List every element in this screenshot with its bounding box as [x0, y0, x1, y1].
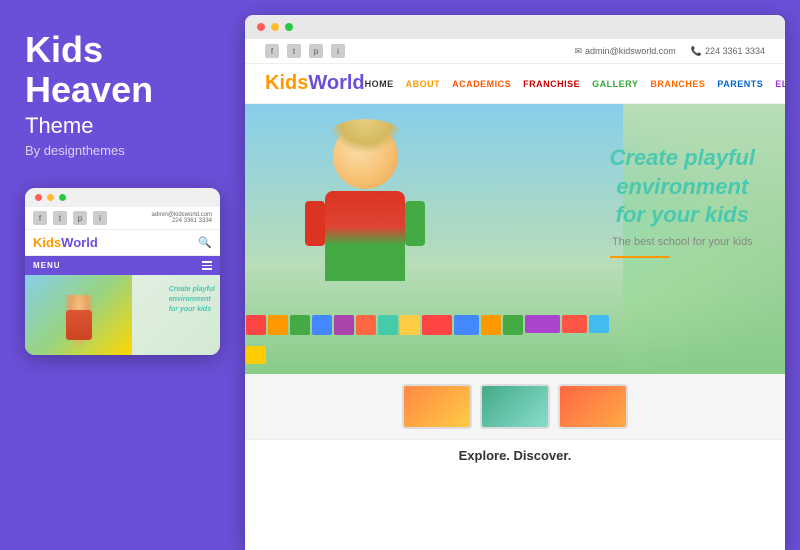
mobile-browser-bar	[25, 188, 220, 207]
mobile-social-icons: f t p i	[33, 211, 107, 225]
child-figure	[325, 124, 405, 281]
mobile-mockup: f t p i admin@kidsworld.com 224 3361 333…	[25, 188, 220, 355]
thumbnail-row	[245, 374, 785, 439]
mobile-search-icon[interactable]: 🔍	[198, 236, 212, 249]
hamburger-line-1	[202, 261, 212, 263]
hero-image-area	[245, 104, 623, 374]
hero-overlay-text: Create playful environment for your kids…	[610, 144, 756, 258]
nav-links: HOME ABOUT ACADEMICS FRANCHISE GALLERY B…	[365, 77, 785, 90]
hamburger-line-3	[202, 268, 212, 270]
theme-title-block: Kids Heaven Theme By designthemes	[25, 30, 220, 158]
instagram-icon[interactable]: i	[331, 44, 345, 58]
mobile-topbar: f t p i admin@kidsworld.com 224 3361 333…	[25, 207, 220, 230]
topbar-phone: 📞 224 3361 3334	[691, 46, 765, 57]
facebook-icon[interactable]: f	[265, 44, 279, 58]
nav-elements[interactable]: ELEMENTS	[775, 79, 785, 89]
hero-divider	[610, 256, 670, 258]
topbar-contact: ✉ admin@kidsworld.com 📞 224 3361 3334	[575, 46, 766, 57]
thumbnail-3[interactable]	[558, 384, 628, 429]
hamburger-line-2	[202, 265, 212, 267]
nav-gallery[interactable]: GALLERY	[592, 79, 638, 89]
browser-dot-red	[257, 23, 265, 31]
mobile-hero: Create playful environment for your kids	[25, 275, 220, 355]
theme-by: By designthemes	[25, 143, 220, 158]
hero-section: Create playful environment for your kids…	[245, 104, 785, 374]
mobile-pinterest-icon: p	[73, 211, 87, 225]
theme-title: Kids Heaven	[25, 30, 220, 109]
toy-blocks	[245, 314, 623, 374]
mobile-facebook-icon: f	[33, 211, 47, 225]
mobile-dot-red	[35, 194, 42, 201]
thumbnail-2[interactable]	[480, 384, 550, 429]
mobile-logo: KidsWorld	[33, 235, 98, 250]
mobile-dot-yellow	[47, 194, 54, 201]
twitter-icon[interactable]: t	[287, 44, 301, 58]
mobile-dot-green	[59, 194, 66, 201]
site-navbar: KidsWorld HOME ABOUT ACADEMICS FRANCHISE…	[245, 64, 785, 104]
explore-title: Explore. Discover.	[265, 448, 765, 463]
mobile-menu-bar[interactable]: MENU	[25, 256, 220, 275]
topbar-social-icons: f t p i	[265, 44, 345, 58]
hero-subtext: The best school for your kids	[610, 236, 756, 248]
hamburger-icon	[202, 261, 212, 270]
nav-academics[interactable]: ACADEMICS	[452, 79, 511, 89]
mobile-logo-bar: KidsWorld 🔍	[25, 230, 220, 256]
nav-home[interactable]: HOME	[365, 79, 394, 89]
right-panel: f t p i ✉ admin@kidsworld.com 📞 224 3361…	[245, 15, 785, 550]
mobile-menu-label: MENU	[33, 261, 61, 270]
browser-dot-green	[285, 23, 293, 31]
nav-about[interactable]: ABOUT	[406, 79, 441, 89]
browser-dot-yellow	[271, 23, 279, 31]
topbar-email: ✉ admin@kidsworld.com	[575, 46, 676, 57]
site-logo: KidsWorld	[265, 72, 365, 95]
mobile-contact-info: admin@kidsworld.com 224 3361 3334	[152, 212, 212, 224]
thumbnail-1[interactable]	[402, 384, 472, 429]
hero-tagline: Create playful environment for your kids	[610, 144, 756, 230]
browser-chrome	[245, 15, 785, 39]
mobile-instagram-icon: i	[93, 211, 107, 225]
site-topbar: f t p i ✉ admin@kidsworld.com 📞 224 3361…	[245, 39, 785, 64]
left-panel: Kids Heaven Theme By designthemes f t p …	[0, 0, 245, 550]
nav-parents[interactable]: PARENTS	[717, 79, 763, 89]
explore-section: Explore. Discover.	[245, 439, 785, 471]
mobile-twitter-icon: t	[53, 211, 67, 225]
nav-franchise[interactable]: FRANCHISE	[523, 79, 580, 89]
browser-content: f t p i ✉ admin@kidsworld.com 📞 224 3361…	[245, 39, 785, 550]
mobile-hero-text: Create playful environment for your kids	[169, 285, 215, 314]
theme-subtitle: Theme	[25, 113, 220, 139]
mobile-hero-image	[25, 275, 132, 355]
nav-branches[interactable]: BRANCHES	[650, 79, 705, 89]
pinterest-icon[interactable]: p	[309, 44, 323, 58]
